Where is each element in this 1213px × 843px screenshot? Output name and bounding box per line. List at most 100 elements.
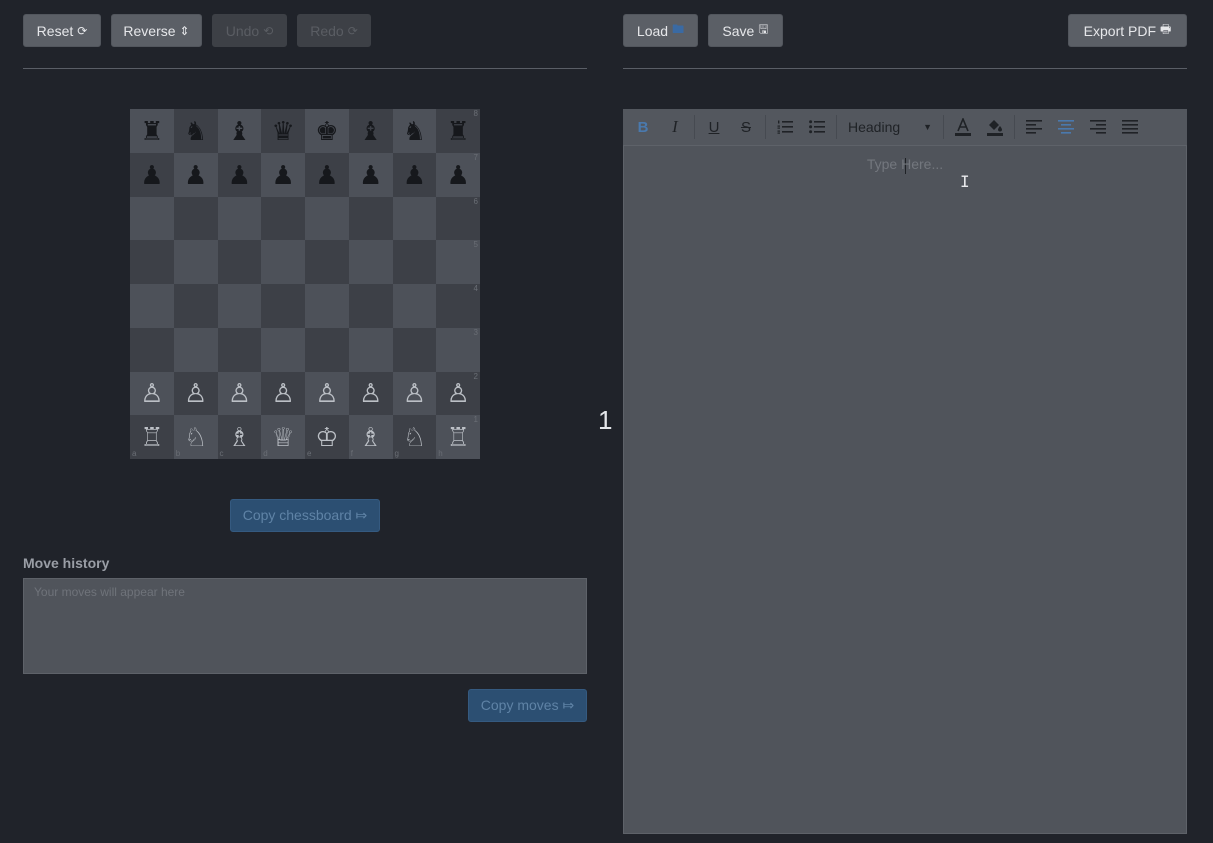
square-b1[interactable]: ♘ b — [173, 415, 218, 459]
chess-piece[interactable]: ♘ — [403, 424, 426, 450]
bold-button[interactable]: B — [627, 113, 659, 141]
copy-moves-button[interactable]: Copy moves ⤇ — [468, 689, 587, 722]
square-a4[interactable] — [130, 284, 174, 328]
save-button[interactable]: Save 🖫 — [708, 14, 783, 47]
chess-piece[interactable]: ♝ — [228, 118, 251, 144]
square-h4[interactable]: 4 — [436, 284, 480, 328]
chess-piece[interactable]: ♗ — [228, 424, 251, 450]
reverse-button[interactable]: Reverse ⇕ — [111, 14, 202, 47]
chessboard[interactable]: ♜ ♞ ♝ ♛ ♚ ♝ ♞ ♜ 8 ♟ ♟ ♟ ♟ ♟ ♟ ♟ ♟ 7 6 5 4 3 ♙ ♙ ♙ ♙ ♙ ♙ ♙ ♙ 2 ♖ a ♘ b ♗ c ♕ d ♔… — [130, 109, 480, 459]
square-f7[interactable]: ♟ — [348, 152, 393, 197]
square-h7[interactable]: ♟ 7 — [436, 152, 480, 197]
redo-button[interactable]: Redo ⟳ — [297, 14, 371, 47]
bullet-list-button[interactable] — [801, 113, 833, 141]
undo-button[interactable]: Undo ⟲ — [212, 14, 287, 47]
chess-piece[interactable]: ♚ — [315, 118, 338, 144]
square-e8[interactable]: ♚ — [305, 109, 349, 153]
square-g5[interactable] — [392, 240, 437, 284]
square-a6[interactable] — [130, 196, 174, 241]
align-right-button[interactable] — [1082, 113, 1114, 141]
chess-piece[interactable]: ♔ — [315, 424, 338, 450]
square-d4[interactable] — [261, 284, 305, 328]
square-d5[interactable] — [261, 240, 305, 284]
chess-piece[interactable]: ♟ — [140, 162, 163, 188]
chess-piece[interactable]: ♟ — [184, 162, 207, 188]
square-f5[interactable] — [348, 240, 393, 284]
square-d2[interactable]: ♙ — [261, 371, 305, 416]
square-e3[interactable] — [305, 327, 349, 372]
square-e4[interactable] — [305, 284, 349, 328]
load-button[interactable]: Load 🖿 — [623, 14, 698, 47]
chess-piece[interactable]: ♙ — [228, 380, 251, 406]
italic-button[interactable]: I — [659, 113, 691, 141]
chess-piece[interactable]: ♙ — [403, 380, 426, 406]
square-c3[interactable] — [217, 327, 262, 372]
export-pdf-button[interactable]: Export PDF 🖶 — [1068, 14, 1187, 47]
square-d7[interactable]: ♟ — [261, 152, 305, 197]
square-g2[interactable]: ♙ — [392, 371, 437, 416]
square-b3[interactable] — [173, 327, 218, 372]
text-editor[interactable]: Type Here... I — [623, 145, 1187, 834]
chess-piece[interactable]: ♕ — [271, 424, 294, 450]
chess-piece[interactable]: ♖ — [140, 424, 163, 450]
square-g6[interactable] — [392, 196, 437, 241]
chess-piece[interactable]: ♙ — [184, 380, 207, 406]
square-e1[interactable]: ♔ e — [305, 415, 349, 459]
chess-piece[interactable]: ♙ — [140, 380, 163, 406]
square-d1[interactable]: ♕ d — [261, 415, 305, 459]
square-h1[interactable]: ♖ 1 h — [436, 415, 480, 459]
chess-piece[interactable]: ♟ — [315, 162, 338, 188]
square-e5[interactable] — [305, 240, 349, 284]
square-b7[interactable]: ♟ — [173, 152, 218, 197]
square-c1[interactable]: ♗ c — [217, 415, 262, 459]
chess-piece[interactable]: ♞ — [184, 118, 207, 144]
square-g4[interactable] — [392, 284, 437, 328]
chess-piece[interactable]: ♙ — [446, 380, 469, 406]
square-g1[interactable]: ♘ g — [392, 415, 437, 459]
chess-piece[interactable]: ♝ — [359, 118, 382, 144]
square-f3[interactable] — [348, 327, 393, 372]
square-h8[interactable]: ♜ 8 — [436, 109, 480, 153]
square-g7[interactable]: ♟ — [392, 152, 437, 197]
chess-piece[interactable]: ♟ — [403, 162, 426, 188]
highlight-color-button[interactable] — [979, 113, 1011, 141]
heading-select[interactable]: Heading ▼ — [840, 113, 940, 141]
reset-button[interactable]: Reset ⟳ — [23, 14, 101, 47]
chess-piece[interactable]: ♟ — [446, 162, 469, 188]
square-d6[interactable] — [261, 196, 305, 241]
square-f8[interactable]: ♝ — [348, 109, 393, 153]
square-f6[interactable] — [348, 196, 393, 241]
square-e6[interactable] — [305, 196, 349, 241]
chess-piece[interactable]: ♟ — [359, 162, 382, 188]
chess-piece[interactable]: ♟ — [271, 162, 294, 188]
align-left-button[interactable] — [1018, 113, 1050, 141]
chess-piece[interactable]: ♖ — [446, 424, 469, 450]
square-c7[interactable]: ♟ — [217, 152, 262, 197]
chess-piece[interactable]: ♙ — [271, 380, 294, 406]
chess-piece[interactable]: ♛ — [271, 118, 294, 144]
ordered-list-button[interactable] — [769, 113, 801, 141]
underline-button[interactable]: U — [698, 113, 730, 141]
chess-piece[interactable]: ♗ — [359, 424, 382, 450]
square-d3[interactable] — [261, 327, 305, 372]
square-c5[interactable] — [217, 240, 262, 284]
chess-piece[interactable]: ♙ — [315, 380, 338, 406]
moves-textarea[interactable]: Your moves will appear here — [23, 578, 587, 674]
chess-piece[interactable]: ♙ — [359, 380, 382, 406]
square-g8[interactable]: ♞ — [392, 109, 437, 153]
square-g3[interactable] — [392, 327, 437, 372]
square-f1[interactable]: ♗ f — [348, 415, 393, 459]
text-color-button[interactable] — [947, 113, 979, 141]
square-a7[interactable]: ♟ — [130, 152, 174, 197]
square-h3[interactable]: 3 — [436, 327, 480, 372]
square-a8[interactable]: ♜ — [130, 109, 174, 153]
square-c4[interactable] — [217, 284, 262, 328]
square-a5[interactable] — [130, 240, 174, 284]
square-h2[interactable]: ♙ 2 — [436, 371, 480, 416]
square-b8[interactable]: ♞ — [173, 109, 218, 153]
square-a1[interactable]: ♖ a — [130, 415, 174, 459]
chess-piece[interactable]: ♟ — [228, 162, 251, 188]
square-b4[interactable] — [173, 284, 218, 328]
square-b6[interactable] — [173, 196, 218, 241]
square-e7[interactable]: ♟ — [305, 152, 349, 197]
